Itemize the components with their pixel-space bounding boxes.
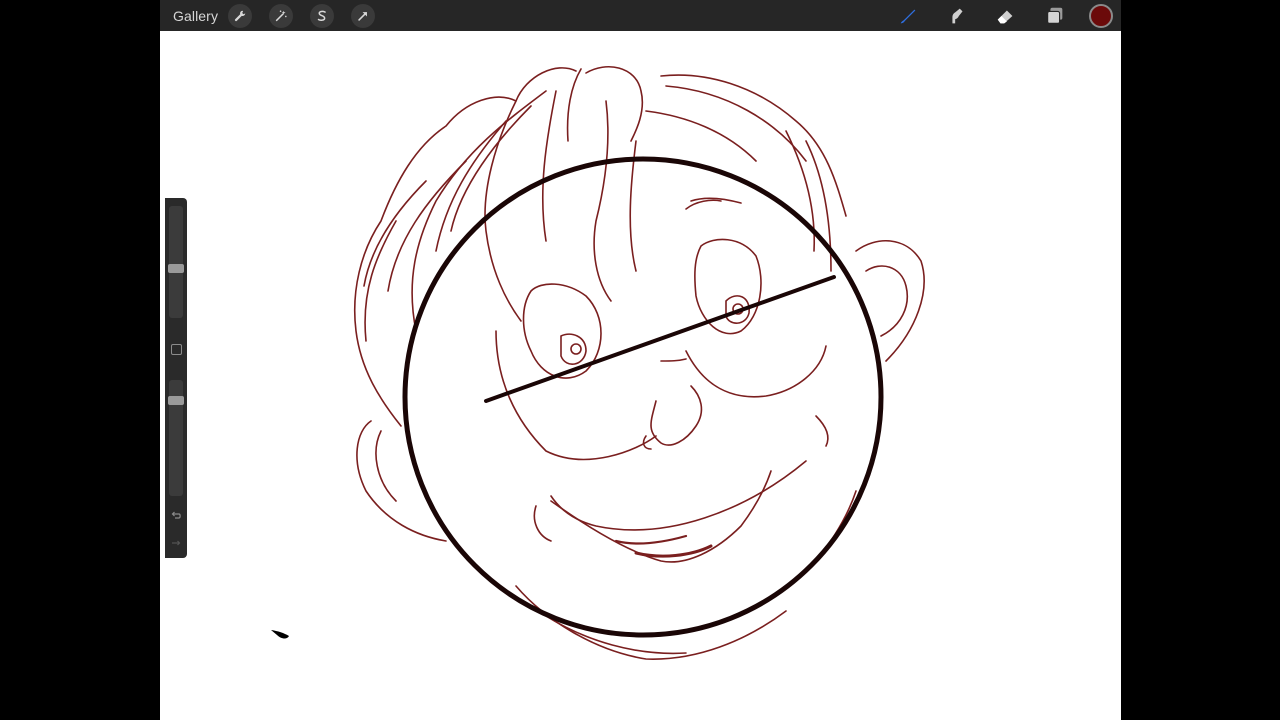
selection-s-icon [317, 10, 326, 21]
transform-button[interactable] [351, 3, 376, 28]
brush-size-slider[interactable] [169, 206, 183, 318]
smudge-tool-button[interactable] [944, 3, 970, 29]
brush-icon [900, 9, 916, 23]
smudge-icon [952, 8, 963, 23]
undo-icon [171, 511, 181, 519]
undo-button[interactable] [169, 509, 183, 523]
procreate-app: Gallery [160, 0, 1121, 720]
eraser-icon [997, 10, 1013, 23]
drawing-canvas[interactable] [166, 31, 1121, 720]
selection-button[interactable] [310, 3, 335, 28]
modify-button[interactable] [171, 344, 182, 355]
adjustments-button[interactable] [269, 3, 294, 28]
brush-size-thumb[interactable] [168, 264, 184, 273]
magic-wand-icon [275, 9, 287, 21]
layers-icon [1047, 7, 1063, 24]
brush-tool-button[interactable] [895, 3, 921, 29]
arrow-cursor-icon [358, 11, 367, 21]
redo-icon [172, 540, 181, 546]
top-toolbar: Gallery [160, 0, 1121, 31]
brush-sidebar [165, 198, 187, 558]
sketch-artwork [271, 65, 925, 660]
redo-button[interactable] [169, 536, 183, 550]
layers-button[interactable] [1042, 3, 1068, 29]
right-tool-group [872, 0, 1115, 31]
color-picker-button[interactable] [1089, 3, 1113, 28]
gallery-button[interactable]: Gallery [173, 8, 218, 24]
wrench-icon [234, 10, 246, 21]
actions-button[interactable] [228, 3, 253, 28]
opacity-thumb[interactable] [168, 396, 184, 405]
eraser-tool-button[interactable] [993, 3, 1019, 29]
